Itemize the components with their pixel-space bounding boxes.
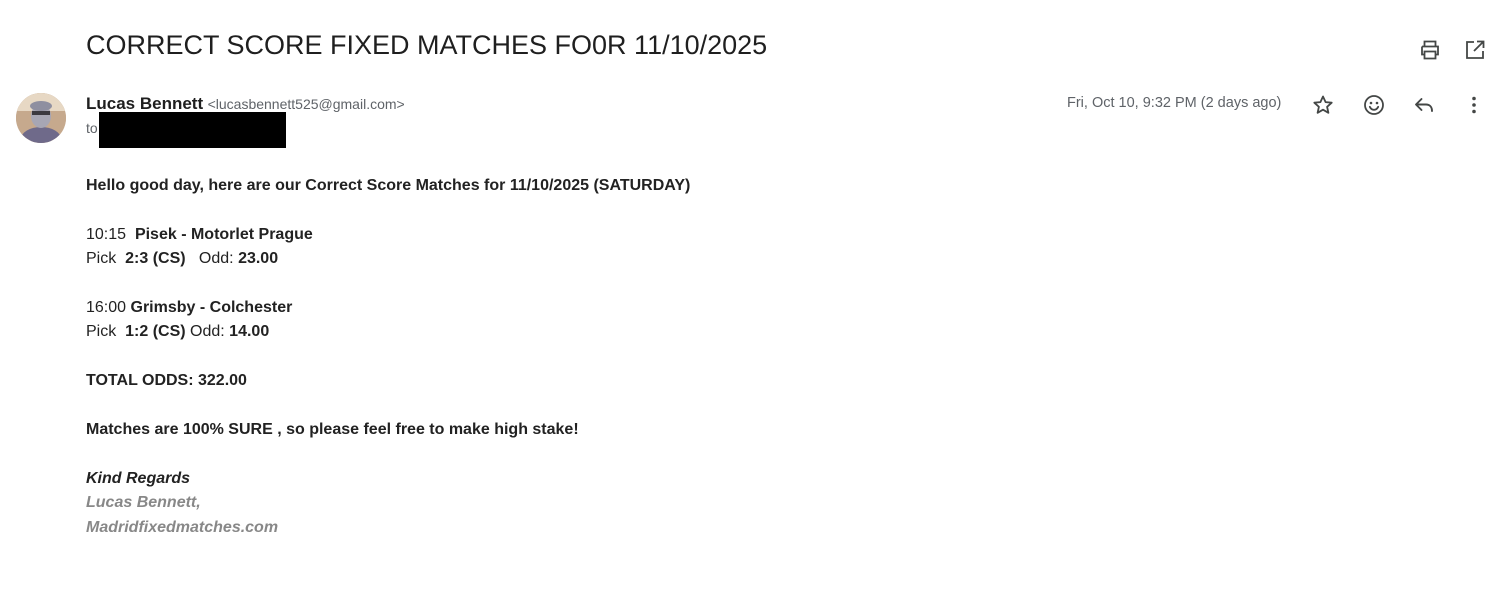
sender-name[interactable]: Lucas Bennett [86,94,203,113]
more-options-icon[interactable] [1462,93,1486,117]
match-2-teams: Grimsby - Colchester [130,299,293,316]
signature-site-text: Madridfixedmatches.com [86,518,279,536]
sender-email: <lucasbennett525@gmail.com> [207,96,405,112]
greeting-text: Hello good day, here are our Correct Sco… [86,177,691,194]
recipient-label[interactable]: to [86,120,98,136]
sender-line: Lucas Bennett <lucasbennett525@gmail.com… [86,94,405,114]
match-2-odd-label: Odd: [190,323,225,341]
match-1-teams: Pisek - Motorlet Prague [134,225,313,243]
match-1-odd: 23.00 [238,250,279,268]
match-2-pick-line: Pick 1:2 (CS) Odd: 14.00 [86,320,690,344]
match-1-pick-line: Pick 2:3 (CS) Odd: 23.00 [86,247,690,271]
match-1-pick-label: Pick [86,250,117,268]
email-body: Hello good day, here are our Correct Sco… [86,174,690,540]
star-icon[interactable] [1311,93,1335,117]
match-2-pick: 1:2 (CS) [125,323,186,341]
signature-name-text: Lucas Bennett, [86,494,201,512]
open-in-new-window-icon[interactable] [1463,38,1487,62]
email-subject: CORRECT SCORE FIXED MATCHES FO0R 11/10/2… [86,30,768,60]
match-2-odd: 14.00 [229,323,270,341]
sender-avatar[interactable] [16,93,66,143]
email-date: Fri, Oct 10, 9:32 PM (2 days ago) [1067,95,1282,111]
emoji-reaction-icon[interactable] [1362,93,1386,117]
total-odds: TOTAL ODDS: 322.00 [86,369,690,393]
match-2-time: 16:00 [86,299,127,316]
greeting: Hello good day, here are our Correct Sco… [86,174,690,198]
match-2-line: 16:00 Grimsby - Colchester [86,296,690,320]
match-1-pick: 2:3 (CS) [125,250,186,268]
signature-name: Lucas Bennett, [86,491,690,515]
sure-text: Matches are 100% SURE , so please feel f… [86,421,579,438]
match-1-line: 10:15 Pisek - Motorlet Prague [86,223,690,247]
match-2-pick-label: Pick [86,323,117,341]
print-icon[interactable] [1418,38,1442,62]
reply-icon[interactable] [1412,93,1436,117]
match-1-odd-label: Odd: [198,250,234,268]
regards: Kind Regards [86,467,690,491]
match-1-time: 10:15 [86,225,127,243]
signature-site: Madridfixedmatches.com [86,516,690,540]
sure-line: Matches are 100% SURE , so please feel f… [86,418,690,442]
total-odds-text: TOTAL ODDS: 322.00 [86,372,247,390]
regards-text: Kind Regards [86,469,191,487]
redacted-recipient [99,112,286,148]
